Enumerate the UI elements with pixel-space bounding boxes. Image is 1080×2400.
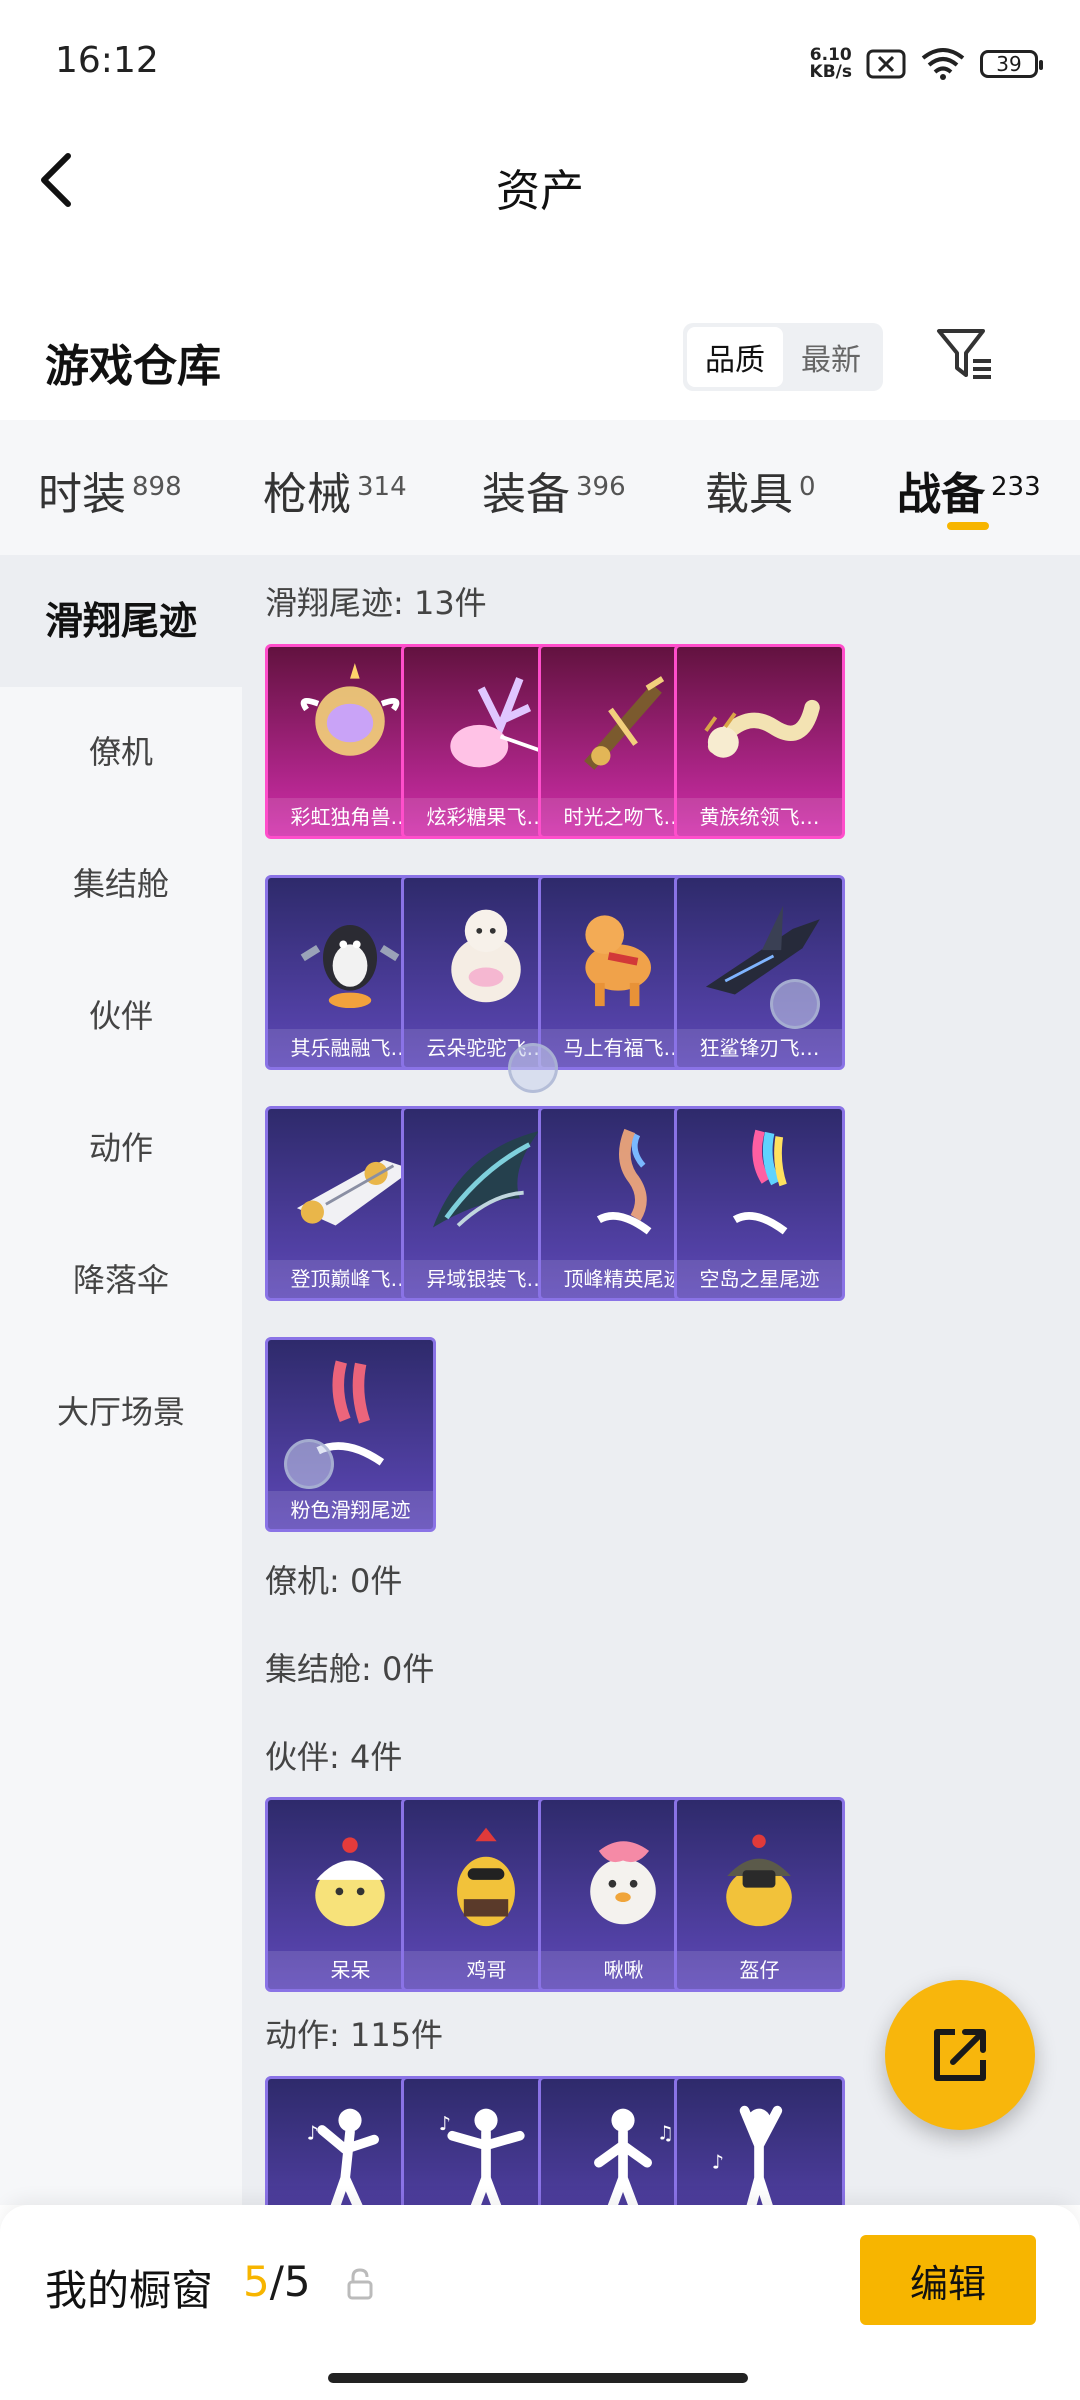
showcase-count: 5/5: [243, 2257, 311, 2306]
net-speed-unit: KB/s: [809, 62, 852, 82]
showcase-total: 5: [283, 2257, 311, 2306]
share-icon: [934, 2029, 986, 2081]
tab-fashion[interactable]: 时装 898: [38, 458, 182, 522]
sort-quality-button[interactable]: 品质: [687, 327, 783, 387]
dragon-trail-icon: [704, 699, 820, 758]
status-time: 16:12: [55, 40, 159, 81]
item-card[interactable]: 盔仔: [674, 1797, 845, 1992]
tab-label: 枪械: [263, 469, 351, 520]
lock-icon: [347, 2268, 373, 2300]
showcase-used: 5: [243, 2257, 270, 2306]
tab-count: 0: [799, 472, 816, 502]
sort-newest-button[interactable]: 最新: [783, 327, 879, 387]
section-header-emote: 动作: 115件: [265, 2016, 444, 2054]
svg-text:♫: ♫: [657, 2122, 674, 2145]
home-indicator[interactable]: [328, 2373, 748, 2383]
section-header-glide-trail: 滑翔尾迹: 13件: [265, 584, 487, 622]
item-name: 粉色滑翔尾迹: [268, 1491, 433, 1529]
page-title: 资产: [496, 166, 584, 217]
item-name: 黄族统领飞…: [677, 798, 842, 836]
status-bar: 16:12 6.10 KB/s 39: [0, 0, 1080, 125]
no-sim-icon: [866, 49, 906, 79]
tab-battle-gear[interactable]: 战备 233: [897, 458, 1041, 522]
tab-label: 装备: [482, 469, 570, 520]
share-button[interactable]: [885, 1980, 1035, 2130]
sort-toggle: 品质 最新: [683, 323, 883, 391]
tab-equipment[interactable]: 装备 396: [482, 458, 626, 522]
section-header-capsule: 集结舱: 0件: [265, 1650, 435, 1688]
tab-count: 233: [991, 472, 1041, 502]
touch-indicator: [284, 1439, 334, 1489]
item-card[interactable]: 黄族统领飞…: [674, 644, 845, 839]
cheer-emote-icon: ♪: [712, 2105, 783, 2205]
tab-label: 战备: [897, 469, 985, 520]
category-tabs: 时装 898 枪械 314 装备 396 载具 0 战备 233: [0, 420, 1080, 555]
section-header-companion: 伙伴: 4件: [265, 1738, 403, 1776]
showcase-label: 我的橱窗: [45, 2266, 214, 2315]
sidebar-item-lobby-scene[interactable]: 大厅场景: [0, 1387, 242, 1433]
active-tab-indicator: [947, 522, 989, 530]
rainbow-trail-icon: [732, 1129, 788, 1235]
item-name: 狂鲨锋刃飞…: [677, 1029, 842, 1067]
item-grid-area: 滑翔尾迹: 13件 彩虹独角兽… 炫彩糖果飞… 时光之吻飞… 黄族统领飞… 其乐…: [242, 555, 1080, 2205]
app-header: 资产: [0, 125, 1080, 235]
item-card[interactable]: ♪: [674, 2076, 845, 2205]
item-card[interactable]: 空岛之星尾迹: [674, 1106, 845, 1301]
warehouse-title: 游戏仓库: [45, 341, 221, 392]
sidebar: 滑翔尾迹 僚机 集结舱 伙伴 动作 降落伞 大厅场景: [0, 555, 242, 2205]
section-header-wingman: 僚机: 0件: [265, 1562, 403, 1600]
tab-count: 898: [132, 472, 182, 502]
edit-button[interactable]: 编辑: [860, 2235, 1036, 2325]
battery-icon: 39: [980, 50, 1043, 78]
tab-label: 载具: [705, 469, 793, 520]
status-icons: 6.10 KB/s 39: [810, 40, 1043, 88]
tab-firearms[interactable]: 枪械 314: [263, 458, 407, 522]
sidebar-item-capsule[interactable]: 集结舱: [0, 859, 242, 905]
touch-indicator: [770, 979, 820, 1029]
sidebar-item-wingman[interactable]: 僚机: [0, 727, 242, 773]
warehouse-row: 游戏仓库 品质 最新: [0, 310, 1080, 410]
touch-indicator: [508, 1043, 558, 1093]
item-name: 盔仔: [677, 1951, 842, 1989]
tab-count: 314: [357, 472, 407, 502]
item-name: 空岛之星尾迹: [677, 1260, 842, 1298]
svg-text:♪: ♪: [439, 2112, 451, 2135]
sidebar-item-glide-trail[interactable]: 滑翔尾迹: [0, 555, 242, 687]
sidebar-item-parachute[interactable]: 降落伞: [0, 1255, 242, 1301]
sidebar-item-companion[interactable]: 伙伴: [0, 991, 242, 1037]
wifi-icon: [921, 48, 965, 80]
item-card[interactable]: 粉色滑翔尾迹: [265, 1337, 436, 1532]
helmet-chick-companion-icon: [726, 1834, 792, 1927]
filter-icon[interactable]: [935, 325, 995, 385]
tab-vehicles[interactable]: 载具 0: [705, 458, 816, 522]
tab-count: 396: [576, 472, 626, 502]
tab-label: 时装: [38, 469, 126, 520]
svg-text:♪: ♪: [712, 2151, 724, 2174]
sidebar-item-emote[interactable]: 动作: [0, 1123, 242, 1169]
svg-text:♪: ♪: [307, 2122, 319, 2145]
showcase-bar: 我的橱窗 5/5 编辑: [0, 2205, 1080, 2400]
item-card[interactable]: 狂鲨锋刃飞…: [674, 875, 845, 1070]
net-speed: 6.10 KB/s: [810, 47, 852, 81]
